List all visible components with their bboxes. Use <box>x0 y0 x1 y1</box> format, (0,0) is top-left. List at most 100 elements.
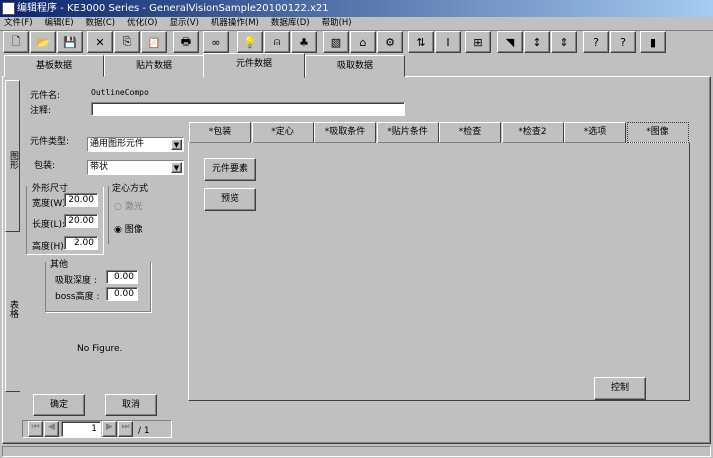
size-group-label: 外形尺寸 <box>32 184 69 194</box>
side-tab-table[interactable]: 表格 <box>5 232 20 392</box>
inner-tab-0[interactable]: *包装 <box>189 122 251 143</box>
window-title: 编辑程序 - KE3000 Series - GeneralVisionSamp… <box>17 3 329 14</box>
inner-tab-7[interactable]: *图像 <box>626 122 689 143</box>
grayed-tool-icon: ▧ <box>330 35 342 49</box>
type-select[interactable]: 通用图形元件 ▼ <box>87 137 184 152</box>
menu-optimize[interactable]: 优化(O) <box>127 17 157 30</box>
height-input[interactable]: 2.00 <box>64 236 98 250</box>
cut-icon: ✕ <box>95 35 105 49</box>
feeder-button[interactable]: ⌂ <box>350 31 376 53</box>
shapes-button[interactable]: ♣ <box>291 31 317 53</box>
length-label: 长度(L): <box>32 220 66 230</box>
grayed-arrow-icon: ◥ <box>505 35 515 49</box>
tab-placement-data[interactable]: 贴片数据 <box>104 55 204 77</box>
side-tab-figure-label: 图形 <box>8 151 18 169</box>
paste-icon: 📋 <box>147 35 161 49</box>
save-icon: 💾 <box>63 35 77 49</box>
radio-image[interactable]: ◉ 图像 <box>114 222 143 235</box>
nozzle-button[interactable]: ⍝ <box>264 31 290 53</box>
menu-data[interactable]: 数据(C) <box>86 17 116 30</box>
inner-tab-panel <box>188 142 690 401</box>
nozzle-icon: ⍝ <box>273 35 281 48</box>
pick-depth-label: 吸取深度 : <box>55 276 97 286</box>
menu-database[interactable]: 数据库(D) <box>271 17 310 30</box>
pick-depth-input[interactable]: 0.00 <box>106 270 138 284</box>
exit-door-icon: ▮ <box>649 35 657 49</box>
centering-group-label: 定心方式 <box>112 184 149 194</box>
page-input[interactable]: 1 <box>61 421 101 437</box>
app-icon <box>2 2 15 15</box>
context-help-icon: ? <box>593 35 599 49</box>
type-select-value: 通用图形元件 <box>90 139 145 149</box>
radio-laser-label: 激光 <box>124 202 143 212</box>
new-file-button[interactable]: 🗋 <box>3 31 29 53</box>
control-button[interactable]: 控制 <box>594 377 646 400</box>
inner-tab-2[interactable]: *吸取条件 <box>314 122 376 143</box>
save-button[interactable]: 💾 <box>57 31 83 53</box>
side-tab-figure[interactable]: 图形 <box>5 80 20 232</box>
inner-tab-1[interactable]: *定心 <box>251 122 314 143</box>
tab-component-data[interactable]: 元件数据 <box>203 53 305 78</box>
package-select-value: 带状 <box>90 162 109 172</box>
ibeam-button[interactable]: I <box>435 31 461 53</box>
cut-button[interactable]: ✕ <box>87 31 113 53</box>
comment-label: 注释: <box>30 106 52 116</box>
component-button[interactable]: ⚙ <box>377 31 403 53</box>
paste-button[interactable]: 📋 <box>141 31 167 53</box>
exit-door-button[interactable]: ▮ <box>640 31 666 53</box>
package-select[interactable]: 带状 ▼ <box>87 160 184 175</box>
context-help-button[interactable]: ? <box>583 31 609 53</box>
inner-tab-5[interactable]: *检查2 <box>501 122 564 143</box>
grayed-tool-button[interactable]: ▧ <box>323 31 349 53</box>
inner-tab-6[interactable]: *选项 <box>564 122 626 143</box>
stack-height-icon: ⇕ <box>559 35 569 49</box>
tab-board-data[interactable]: 基板数据 <box>4 55 104 77</box>
swap-icon: ⇅ <box>416 35 426 49</box>
help-button[interactable]: ? <box>610 31 636 53</box>
status-bar <box>2 446 711 457</box>
prev-page-icon[interactable]: ◀ <box>44 421 59 437</box>
other-group-label: 其他 <box>50 260 69 270</box>
comment-input[interactable] <box>91 102 405 116</box>
package-label: 包装: <box>34 161 56 171</box>
glasses-button[interactable]: ∞ <box>203 31 229 53</box>
stack-height-button[interactable]: ⇕ <box>551 31 577 53</box>
menu-view[interactable]: 显示(V) <box>169 17 198 30</box>
open-folder-button[interactable]: 📂 <box>30 31 56 53</box>
glasses-icon: ∞ <box>211 35 221 49</box>
width-input[interactable]: 20.00 <box>64 193 98 207</box>
first-page-icon[interactable]: ⏮ <box>28 421 43 437</box>
feeder-icon: ⌂ <box>359 35 367 49</box>
name-label: 元件名: <box>30 91 61 101</box>
menu-edit[interactable]: 编辑(E) <box>45 17 74 30</box>
lightbulb-icon: 💡 <box>243 35 257 49</box>
inner-tab-3[interactable]: *贴片条件 <box>376 122 439 143</box>
menu-machine[interactable]: 机器操作(M) <box>211 17 259 30</box>
radio-image-label: 图像 <box>124 225 143 235</box>
next-page-icon[interactable]: ▶ <box>102 421 117 437</box>
type-label: 元件类型: <box>30 137 70 147</box>
menu-help[interactable]: 帮助(H) <box>322 17 352 30</box>
board-button[interactable]: ⊞ <box>465 31 491 53</box>
lightbulb-button[interactable]: 💡 <box>237 31 263 53</box>
menu-file[interactable]: 文件(F) <box>4 17 33 30</box>
shapes-icon: ♣ <box>299 35 309 49</box>
tab-pick-data[interactable]: 吸取数据 <box>305 55 405 77</box>
chevron-down-icon[interactable]: ▼ <box>171 139 182 150</box>
print-button[interactable]: 🖶 <box>173 31 199 53</box>
ibeam-icon: I <box>446 35 450 49</box>
height-label: 高度(H): <box>32 242 67 252</box>
component-elements-button[interactable]: 元件要素 <box>204 158 256 181</box>
copy-button[interactable]: ⎘ <box>114 31 140 53</box>
cancel-button[interactable]: 取消 <box>105 394 157 416</box>
last-page-icon[interactable]: ⏭ <box>118 421 133 437</box>
swap-button[interactable]: ⇅ <box>408 31 434 53</box>
ok-button[interactable]: 确定 <box>33 394 85 416</box>
inner-tab-4[interactable]: *检查 <box>439 122 501 143</box>
grayed-arrow-button[interactable]: ◥ <box>497 31 523 53</box>
length-input[interactable]: 20.00 <box>64 214 98 228</box>
preview-button[interactable]: 预览 <box>204 188 256 211</box>
chevron-down-icon[interactable]: ▼ <box>171 162 182 173</box>
boss-height-input[interactable]: 0.00 <box>106 287 138 301</box>
height-button[interactable]: ↕ <box>524 31 550 53</box>
